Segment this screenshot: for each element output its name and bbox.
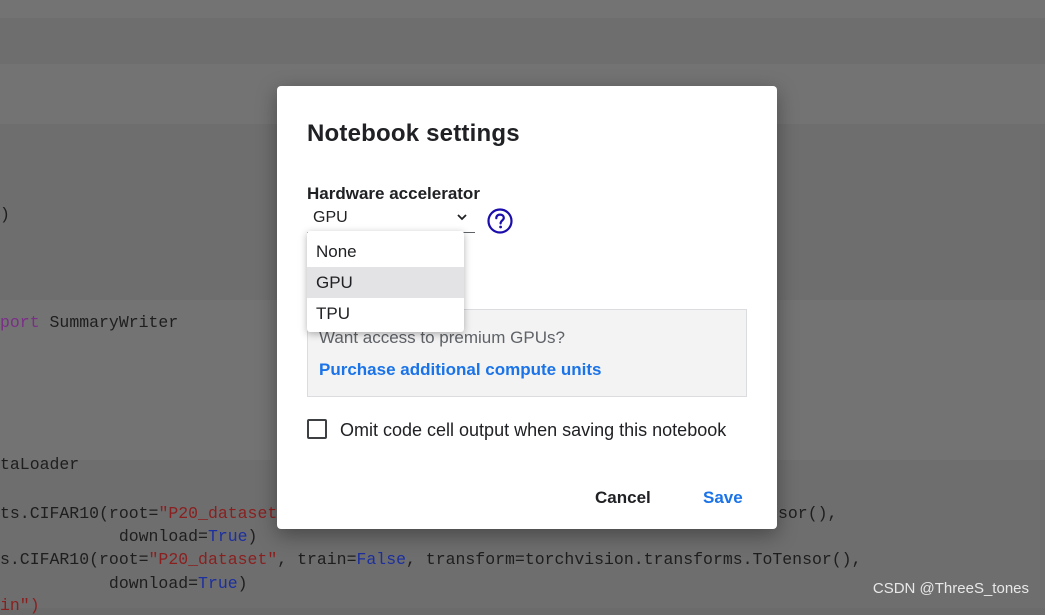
- chevron-down-icon: [457, 214, 467, 221]
- save-button[interactable]: Save: [697, 484, 749, 512]
- purchase-compute-units-link[interactable]: Purchase additional compute units: [319, 360, 601, 380]
- omit-output-checkbox[interactable]: [307, 419, 327, 439]
- menu-item-none[interactable]: None: [307, 236, 464, 267]
- watermark: CSDN @ThreeS_tones: [872, 580, 1029, 597]
- help-icon[interactable]: [487, 208, 513, 234]
- accelerator-dropdown-menu: None GPU TPU: [307, 231, 464, 332]
- menu-item-tpu[interactable]: TPU: [307, 298, 464, 329]
- select-value: GPU: [313, 209, 348, 226]
- dialog-title: Notebook settings: [307, 120, 520, 147]
- hardware-accelerator-label: Hardware accelerator: [307, 184, 480, 203]
- cancel-button[interactable]: Cancel: [589, 484, 657, 512]
- hardware-accelerator-select[interactable]: GPU: [307, 208, 475, 233]
- omit-output-label[interactable]: Omit code cell output when saving this n…: [340, 420, 726, 441]
- menu-item-gpu[interactable]: GPU: [307, 267, 464, 298]
